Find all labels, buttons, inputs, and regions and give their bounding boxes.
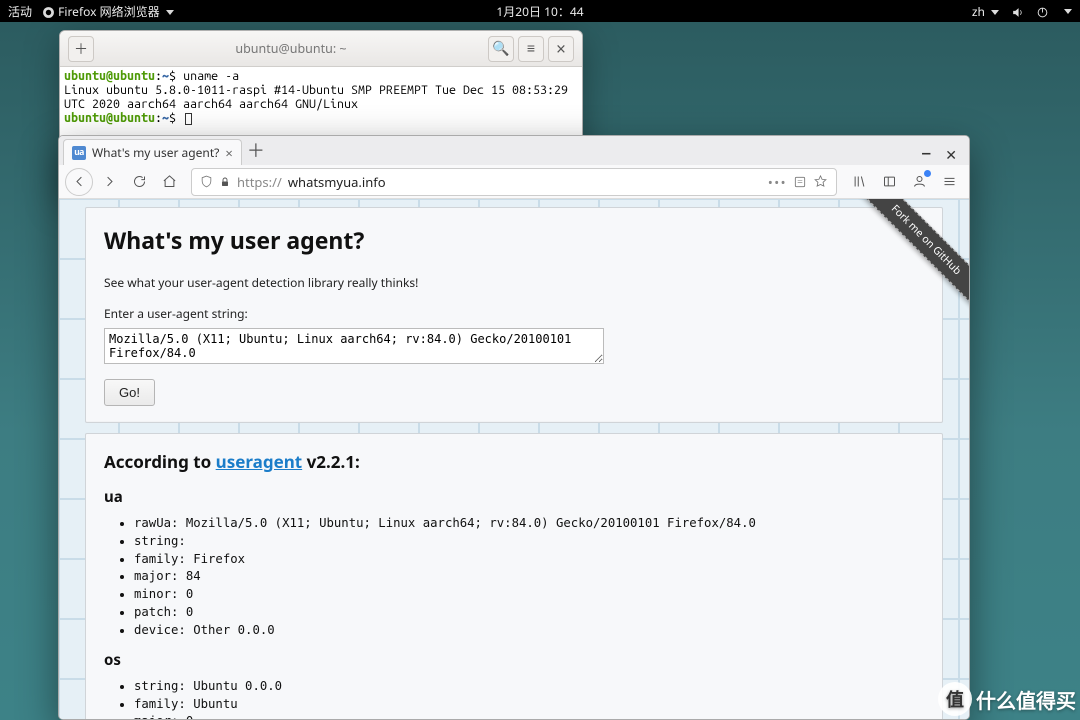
page-actions[interactable]: ••• <box>768 173 787 191</box>
header-card: What's my user agent? See what your user… <box>85 207 943 423</box>
power-icon[interactable] <box>1036 3 1049 20</box>
list-item: major: 84 <box>134 568 924 586</box>
list-item: string: Ubuntu 0.0.0 <box>134 678 924 696</box>
home-button[interactable] <box>155 168 183 196</box>
hamburger-menu[interactable] <box>935 168 963 196</box>
tab-close-icon[interactable]: × <box>225 144 232 162</box>
ua-input-label: Enter a user-agent string: <box>104 305 924 322</box>
chevron-down-icon <box>1064 9 1072 14</box>
ua-list: rawUa: Mozilla/5.0 (X11; Ubuntu; Linux a… <box>134 515 924 640</box>
reader-icon[interactable] <box>793 175 807 189</box>
lock-icon <box>219 176 231 188</box>
url-domain: whatsmyua.info <box>288 173 386 191</box>
clock[interactable]: 1月20日 10：44 <box>496 3 583 20</box>
activities-button[interactable]: 活动 <box>8 3 32 20</box>
tab-label: What's my user agent? <box>92 144 219 161</box>
newtab-button[interactable]: ＋ <box>242 136 270 165</box>
terminal-menu-button[interactable]: ≡ <box>518 36 544 62</box>
nav-toolbar: https:// whatsmyua.info ••• <box>59 165 969 199</box>
firefox-window: ua What's my user agent? × ＋ – ✕ https:/… <box>58 135 970 720</box>
app-menu[interactable]: Firefox 网络浏览器 <box>42 3 174 20</box>
list-item: family: Firefox <box>134 551 924 569</box>
chevron-down-icon <box>991 10 999 15</box>
list-item: major: 0 <box>134 713 924 719</box>
window-minimize[interactable]: – <box>911 138 941 165</box>
useragent-link[interactable]: useragent <box>216 450 303 473</box>
watermark-text: 什么值得买 <box>976 685 1076 714</box>
url-bar[interactable]: https:// whatsmyua.info ••• <box>191 168 837 196</box>
page-content: What's my user agent? See what your user… <box>59 199 969 719</box>
chevron-down-icon <box>166 10 174 15</box>
firefox-icon <box>42 6 55 19</box>
results-card: According to useragent v2.2.1: ua rawUa:… <box>85 433 943 719</box>
account-button[interactable] <box>905 168 933 196</box>
tab-whatsmyua[interactable]: ua What's my user agent? × <box>63 139 242 165</box>
favicon: ua <box>72 146 86 160</box>
list-item: string: <box>134 533 924 551</box>
terminal-search-button[interactable]: 🔍 <box>488 36 514 62</box>
terminal-title: ubuntu@ubuntu: ~ <box>96 40 486 57</box>
list-item: minor: 0 <box>134 586 924 604</box>
terminal-newtab-button[interactable]: ＋ <box>68 36 94 62</box>
terminal-output[interactable]: ubuntu@ubuntu:~$ uname -a Linux ubuntu 5… <box>60 67 582 127</box>
os-heading: os <box>104 650 924 670</box>
ua-heading: ua <box>104 487 924 507</box>
tab-strip: ua What's my user agent? × ＋ – ✕ <box>59 136 969 165</box>
reload-button[interactable] <box>125 168 153 196</box>
gnome-topbar: 活动 Firefox 网络浏览器 1月20日 10：44 zh <box>0 0 1080 22</box>
page-title: What's my user agent? <box>104 224 924 256</box>
list-item: family: Ubuntu <box>134 696 924 714</box>
window-close[interactable]: ✕ <box>941 146 969 165</box>
volume-icon[interactable] <box>1011 3 1024 20</box>
forward-button[interactable] <box>95 168 123 196</box>
ua-input[interactable]: Mozilla/5.0 (X11; Ubuntu; Linux aarch64;… <box>104 328 604 364</box>
page-subtitle: See what your user-agent detection libra… <box>104 274 924 291</box>
url-scheme: https:// <box>237 173 282 191</box>
list-item: rawUa: Mozilla/5.0 (X11; Ubuntu; Linux a… <box>134 515 924 533</box>
terminal-titlebar[interactable]: ＋ ubuntu@ubuntu: ~ 🔍 ≡ × <box>60 31 582 67</box>
list-item: device: Other 0.0.0 <box>134 622 924 640</box>
watermark: 值 什么值得买 <box>938 682 1076 716</box>
list-item: patch: 0 <box>134 604 924 622</box>
app-menu-label: Firefox 网络浏览器 <box>58 3 159 20</box>
bookmark-star-icon[interactable] <box>813 174 828 189</box>
terminal-cursor <box>185 113 192 125</box>
shield-icon <box>200 175 213 188</box>
input-source[interactable]: zh <box>972 3 999 20</box>
go-button[interactable]: Go! <box>104 379 155 406</box>
library-button[interactable] <box>845 168 873 196</box>
back-button[interactable] <box>65 168 93 196</box>
watermark-icon: 值 <box>938 682 972 716</box>
os-list: string: Ubuntu 0.0.0family: Ubuntumajor:… <box>134 678 924 719</box>
sidebar-button[interactable] <box>875 168 903 196</box>
terminal-close-button[interactable]: × <box>548 36 574 62</box>
section-heading: According to useragent v2.2.1: <box>104 450 924 473</box>
